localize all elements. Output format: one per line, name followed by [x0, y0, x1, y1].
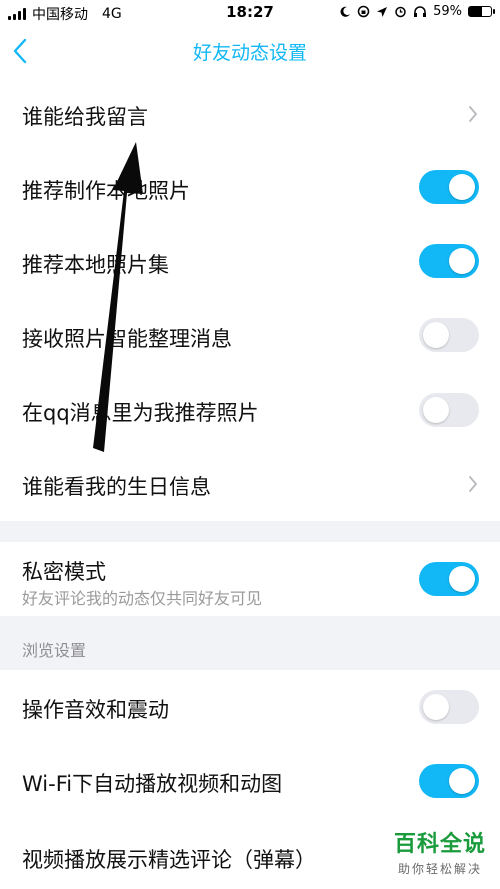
moon-icon	[340, 6, 351, 17]
toggle-knob	[423, 694, 449, 720]
watermark-subtitle: 助你轻松解决	[397, 862, 482, 876]
battery-fill	[469, 7, 482, 16]
toggle-knob	[449, 768, 475, 794]
chevron-right-icon	[469, 476, 478, 492]
status-bar: 中国移动 4G 18:27 59%	[0, 0, 500, 26]
row-qq-photo-recommend: 在qq消息里为我推荐照片	[0, 373, 500, 447]
row-recommend-photo-sets: 推荐本地照片集	[0, 225, 500, 299]
section-title: 浏览设置	[22, 641, 87, 660]
location-icon	[377, 6, 388, 17]
toggle-knob	[423, 322, 449, 348]
row-who-can-see-birthday[interactable]: 谁能看我的生日信息	[0, 447, 500, 521]
status-right: 59%	[339, 4, 495, 19]
toggle-qq-photo-recommend[interactable]	[419, 393, 479, 427]
toggle-knob	[423, 397, 449, 423]
row-label: 接收照片智能整理消息	[22, 327, 232, 351]
row-wifi-autoplay: Wi-Fi下自动播放视频和动图	[0, 744, 500, 818]
row-private-mode: 私密模式 好友评论我的动态仅共同好友可见	[0, 542, 500, 616]
row-label: 视频播放展示精选评论（弹幕）	[22, 848, 316, 872]
toggle-recommend-local-photos[interactable]	[419, 170, 479, 204]
nav-bar: 好友动态设置	[0, 26, 500, 76]
watermark-logo: 百科全说 助你轻松解决	[394, 826, 486, 877]
section-divider	[0, 521, 500, 542]
row-who-can-message[interactable]: 谁能给我留言	[0, 76, 500, 151]
battery-icon	[468, 6, 495, 17]
row-sublabel: 好友评论我的动态仅共同好友可见	[22, 589, 263, 608]
row-label: 私密模式	[22, 560, 106, 584]
row-label: 在qq消息里为我推荐照片	[22, 401, 259, 425]
row-label: Wi-Fi下自动播放视频和动图	[22, 772, 283, 796]
row-label: 推荐本地照片集	[22, 253, 169, 277]
row-recommend-local-photos: 推荐制作本地照片	[0, 151, 500, 225]
toggle-wifi-autoplay[interactable]	[419, 764, 479, 798]
row-label: 推荐制作本地照片	[22, 179, 190, 203]
watermark-title: 百科全说	[393, 832, 486, 857]
rotation-lock-icon	[357, 5, 370, 18]
alarm-icon	[395, 6, 406, 18]
row-label: 谁能给我留言	[22, 105, 148, 129]
browse-section-header: 浏览设置	[0, 616, 500, 670]
toggle-recommend-photo-sets[interactable]	[419, 244, 479, 278]
row-label: 操作音效和震动	[22, 698, 169, 722]
toggle-knob	[449, 248, 475, 274]
row-smart-photo-messages: 接收照片智能整理消息	[0, 299, 500, 373]
row-sound-vibration: 操作音效和震动	[0, 670, 500, 744]
toggle-smart-photo-messages[interactable]	[419, 318, 479, 352]
headphones-icon	[414, 6, 427, 17]
chevron-right-icon	[469, 106, 478, 122]
row-label: 谁能看我的生日信息	[22, 475, 211, 499]
toggle-sound-vibration[interactable]	[419, 690, 479, 724]
battery-percent: 59%	[433, 4, 462, 19]
page-title: 好友动态设置	[192, 42, 307, 64]
toggle-private-mode[interactable]	[419, 562, 479, 596]
toggle-knob	[449, 566, 475, 592]
toggle-knob	[449, 174, 475, 200]
